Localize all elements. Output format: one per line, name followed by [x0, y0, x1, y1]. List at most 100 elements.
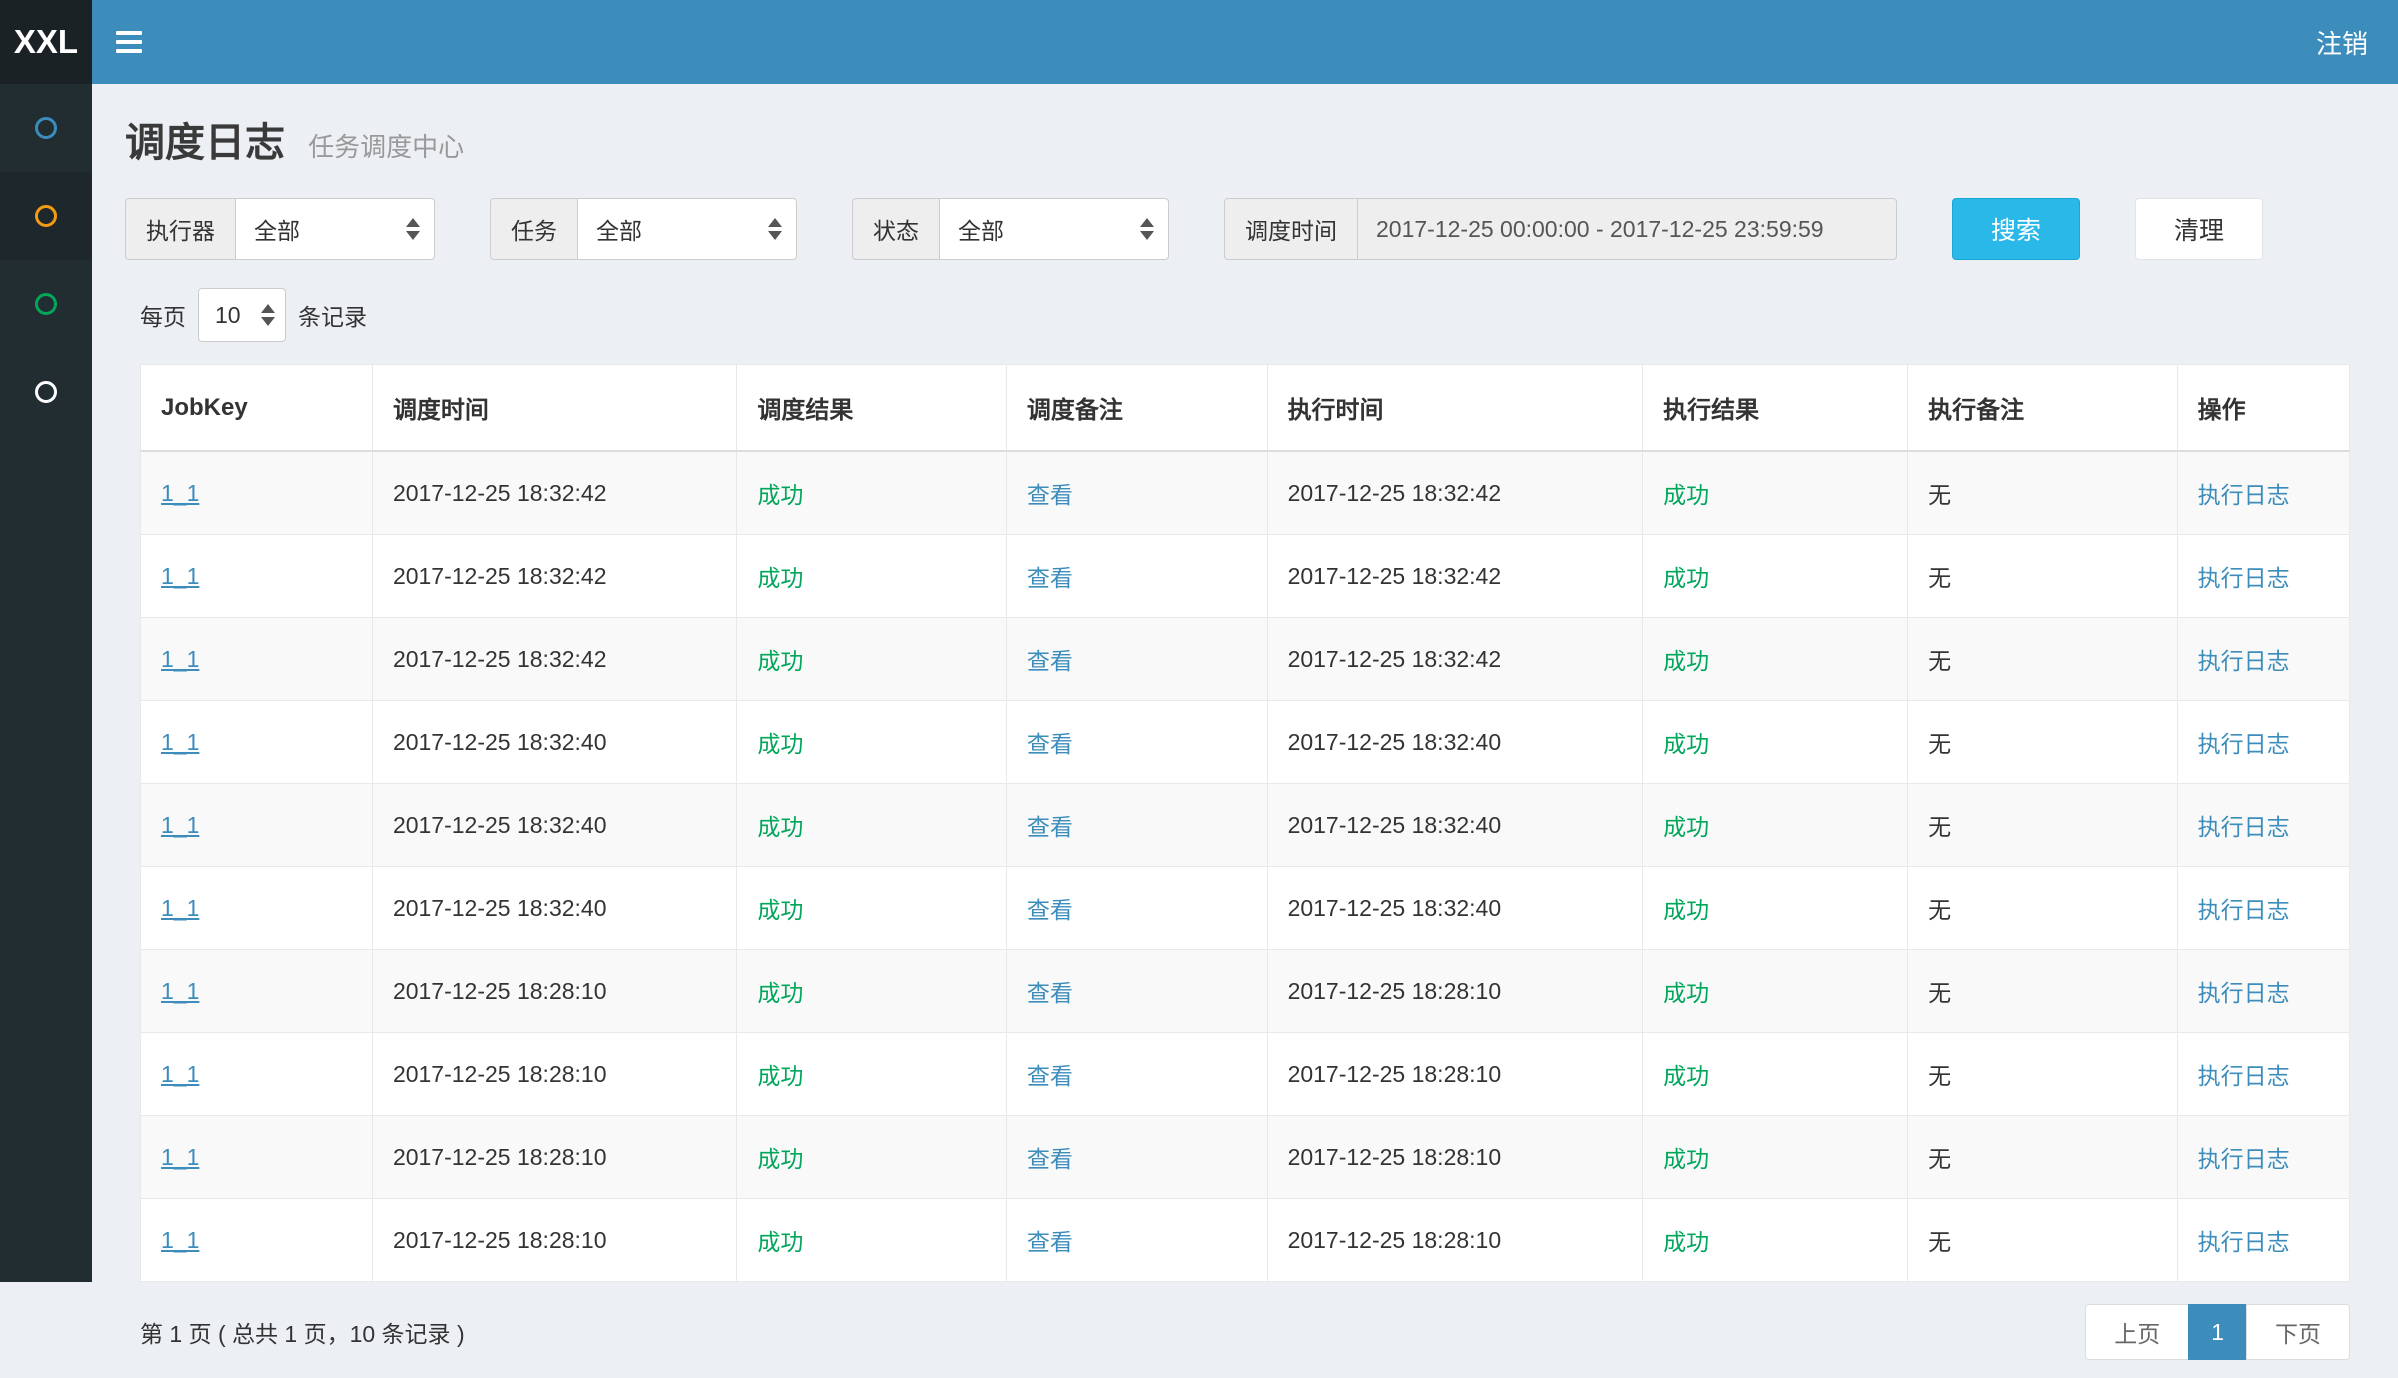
jobkey-link[interactable]: 1_1 [161, 1144, 199, 1170]
trigger-time-cell: 2017-12-25 18:32:40 [372, 701, 736, 784]
table-row: 1_1 2017-12-25 18:28:10 成功 查看 2017-12-25… [141, 950, 2350, 1033]
jobkey-link[interactable]: 1_1 [161, 812, 199, 838]
next-page-button[interactable]: 下页 [2246, 1304, 2350, 1360]
status-filter-label: 状态 [852, 198, 939, 260]
current-page-button[interactable]: 1 [2188, 1304, 2247, 1360]
trigger-time-range-input[interactable] [1357, 198, 1897, 260]
table-footer: 第 1 页 ( 总共 1 页，10 条记录 ) 上页 1 下页 [140, 1282, 2350, 1378]
execution-log-link[interactable]: 执行日志 [2198, 897, 2290, 923]
select-arrows-icon [406, 218, 420, 240]
select-arrows-icon [1140, 218, 1154, 240]
handle-result-cell: 成功 [1643, 1116, 1908, 1199]
handle-time-cell: 2017-12-25 18:28:10 [1267, 1116, 1643, 1199]
filter-toolbar: 执行器 全部 任务 全部 状态 全部 调度时间 搜索 清理 [120, 168, 2370, 260]
search-button[interactable]: 搜索 [1952, 198, 2080, 260]
trigger-msg-link[interactable]: 查看 [1027, 980, 1073, 1006]
execution-log-link[interactable]: 执行日志 [2198, 814, 2290, 840]
trigger-result-cell: 成功 [737, 701, 1006, 784]
column-header: 调度结果 [737, 365, 1006, 452]
execution-log-link[interactable]: 执行日志 [2198, 648, 2290, 674]
trigger-time-cell: 2017-12-25 18:28:10 [372, 1116, 736, 1199]
sidebar-toggle-button[interactable] [92, 0, 166, 84]
trigger-msg-link[interactable]: 查看 [1027, 648, 1073, 674]
job-select[interactable]: 全部 [577, 198, 797, 260]
handle-result-cell: 成功 [1643, 1033, 1908, 1116]
pagination-info: 第 1 页 ( 总共 1 页，10 条记录 ) [140, 1315, 465, 1349]
executor-select[interactable]: 全部 [235, 198, 435, 260]
execution-log-link[interactable]: 执行日志 [2198, 731, 2290, 757]
jobkey-link[interactable]: 1_1 [161, 563, 199, 589]
trigger-msg-link[interactable]: 查看 [1027, 897, 1073, 923]
jobkey-link[interactable]: 1_1 [161, 480, 199, 506]
column-header: 执行结果 [1643, 365, 1908, 452]
execution-log-link[interactable]: 执行日志 [2198, 482, 2290, 508]
column-header: 执行备注 [1908, 365, 2177, 452]
column-header: 操作 [2177, 365, 2349, 452]
trigger-time-cell: 2017-12-25 18:28:10 [372, 1199, 736, 1282]
main-content: 调度日志 任务调度中心 执行器 全部 任务 全部 状态 全部 [92, 84, 2398, 1378]
jobkey-link[interactable]: 1_1 [161, 646, 199, 672]
select-arrows-icon [768, 218, 782, 240]
clear-button[interactable]: 清理 [2135, 198, 2263, 260]
jobkey-link[interactable]: 1_1 [161, 729, 199, 755]
execution-log-link[interactable]: 执行日志 [2198, 565, 2290, 591]
page-length-select[interactable]: 10 [198, 288, 286, 342]
job-filter-group: 任务 全部 [490, 198, 797, 260]
trigger-time-cell: 2017-12-25 18:32:42 [372, 535, 736, 618]
trigger-time-cell: 2017-12-25 18:28:10 [372, 950, 736, 1033]
jobkey-link[interactable]: 1_1 [161, 1227, 199, 1253]
trigger-msg-link[interactable]: 查看 [1027, 1229, 1073, 1255]
trigger-result-cell: 成功 [737, 1116, 1006, 1199]
handle-time-cell: 2017-12-25 18:32:40 [1267, 867, 1643, 950]
execution-log-link[interactable]: 执行日志 [2198, 1146, 2290, 1172]
sidebar-menu-item-1[interactable] [0, 84, 92, 172]
status-select-value: 全部 [958, 212, 1004, 246]
sidebar-menu-item-4[interactable] [0, 348, 92, 436]
execution-log-link[interactable]: 执行日志 [2198, 980, 2290, 1006]
handle-msg-cell: 无 [1908, 701, 2177, 784]
jobkey-link[interactable]: 1_1 [161, 978, 199, 1004]
status-select[interactable]: 全部 [939, 198, 1169, 260]
trigger-msg-link[interactable]: 查看 [1027, 1146, 1073, 1172]
sidebar-menu-item-3[interactable] [0, 260, 92, 348]
execution-log-link[interactable]: 执行日志 [2198, 1229, 2290, 1255]
status-filter-group: 状态 全部 [852, 198, 1169, 260]
prev-page-button[interactable]: 上页 [2085, 1304, 2189, 1360]
trigger-msg-link[interactable]: 查看 [1027, 1063, 1073, 1089]
handle-msg-cell: 无 [1908, 867, 2177, 950]
sidebar-menu-item-2[interactable] [0, 172, 92, 260]
logout-link[interactable]: 注销 [2286, 0, 2398, 84]
executor-filter-label: 执行器 [125, 198, 235, 260]
handle-time-cell: 2017-12-25 18:32:40 [1267, 701, 1643, 784]
jobkey-link[interactable]: 1_1 [161, 895, 199, 921]
jobkey-link[interactable]: 1_1 [161, 1061, 199, 1087]
executor-filter-group: 执行器 全部 [125, 198, 435, 260]
trigger-time-filter-label: 调度时间 [1224, 198, 1357, 260]
handle-time-cell: 2017-12-25 18:32:42 [1267, 535, 1643, 618]
executor-select-value: 全部 [254, 212, 300, 246]
column-header: 执行时间 [1267, 365, 1643, 452]
sidebar-menu [0, 84, 92, 436]
handle-msg-cell: 无 [1908, 618, 2177, 701]
trigger-msg-link[interactable]: 查看 [1027, 565, 1073, 591]
job-select-value: 全部 [596, 212, 642, 246]
trigger-result-cell: 成功 [737, 950, 1006, 1033]
handle-result-cell: 成功 [1643, 784, 1908, 867]
trigger-msg-link[interactable]: 查看 [1027, 814, 1073, 840]
trigger-msg-link[interactable]: 查看 [1027, 482, 1073, 508]
handle-msg-cell: 无 [1908, 535, 2177, 618]
trigger-msg-link[interactable]: 查看 [1027, 731, 1073, 757]
table-row: 1_1 2017-12-25 18:32:42 成功 查看 2017-12-25… [141, 451, 2350, 535]
handle-time-cell: 2017-12-25 18:32:40 [1267, 784, 1643, 867]
hamburger-icon [116, 26, 142, 58]
handle-msg-cell: 无 [1908, 451, 2177, 535]
handle-time-cell: 2017-12-25 18:28:10 [1267, 1033, 1643, 1116]
execution-log-link[interactable]: 执行日志 [2198, 1063, 2290, 1089]
sidebar [0, 84, 92, 1282]
trigger-time-cell: 2017-12-25 18:32:40 [372, 867, 736, 950]
trigger-result-cell: 成功 [737, 535, 1006, 618]
datatable-wrapper: 每页 10 条记录 JobKey调度时间调度结果调度备注执行时间执行结果执行备注… [120, 260, 2370, 1378]
handle-result-cell: 成功 [1643, 618, 1908, 701]
handle-result-cell: 成功 [1643, 1199, 1908, 1282]
app-logo[interactable]: XXL [0, 0, 92, 84]
